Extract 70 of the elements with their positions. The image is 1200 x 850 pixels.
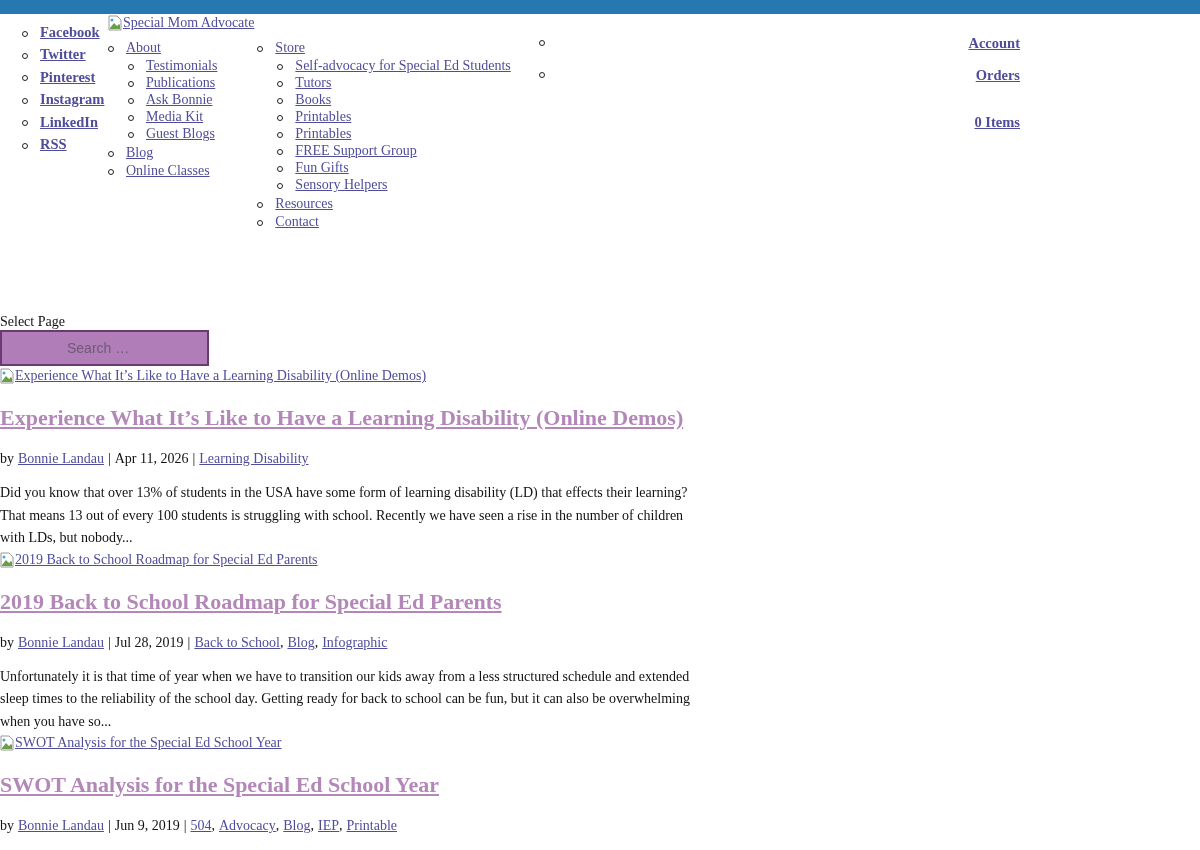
author-link[interactable]: Bonnie Landau bbox=[18, 633, 104, 652]
submenu-link[interactable]: Fun Gifts bbox=[295, 160, 349, 175]
cart-link[interactable]: 0 Items bbox=[974, 113, 1020, 131]
nav-link[interactable]: Resources bbox=[275, 196, 333, 211]
nav-link[interactable]: About bbox=[126, 40, 161, 55]
category-link[interactable]: Blog bbox=[283, 817, 311, 835]
meta-text: by bbox=[0, 817, 14, 835]
social-link[interactable]: RSS bbox=[40, 135, 67, 152]
social-link[interactable]: Instagram bbox=[40, 91, 105, 108]
submenu-link[interactable]: Printables bbox=[295, 126, 352, 141]
separator-text: , bbox=[339, 817, 343, 835]
author-link[interactable]: Bonnie Landau bbox=[18, 450, 104, 468]
social-link[interactable]: Twitter bbox=[40, 46, 86, 63]
post-image-link[interactable]: 2019 Back to School Roadmap for Special Ed Parents bbox=[0, 551, 318, 568]
nav-link[interactable]: Contact bbox=[275, 214, 319, 229]
category-link[interactable]: Advocacy bbox=[219, 817, 276, 835]
meta-text: by bbox=[0, 633, 14, 652]
meta-text: Jun 9, 2019 bbox=[114, 817, 180, 835]
category-link[interactable]: IEP bbox=[318, 817, 339, 835]
social-link[interactable]: Pinterest bbox=[40, 68, 96, 85]
separator-text: , bbox=[279, 633, 284, 652]
meta-text: | bbox=[192, 450, 196, 468]
meta-text: | bbox=[187, 633, 191, 652]
category-link[interactable]: Back to School bbox=[194, 633, 280, 652]
logo-link[interactable]: Special Mom Advocate bbox=[108, 15, 255, 31]
meta-text: | bbox=[107, 817, 111, 835]
meta-text: Apr 11, 2026 bbox=[114, 450, 189, 468]
category-link[interactable]: Blog bbox=[287, 633, 315, 652]
nav-link[interactable]: Online Classes bbox=[126, 163, 210, 178]
submenu-link[interactable]: Self-advocacy for Special Ed Students bbox=[295, 58, 511, 73]
submenu-link[interactable]: Media Kit bbox=[146, 109, 204, 124]
submenu-link[interactable]: Printables bbox=[295, 109, 352, 124]
submenu-link[interactable]: Testimonials bbox=[146, 58, 218, 73]
post-excerpt: Unfortunately it is that time of year when we have to transition our kids away from a less structured schedule and extended sleep times to the reliability of the school day. Getting ready for back to school can be fun, but it can also be overwhelming when you have so... bbox=[0, 667, 691, 731]
post-image-link[interactable]: Experience What It’s Like to Have a Learning Disability (Online Demos) bbox=[0, 368, 427, 384]
social-link[interactable]: LinkedIn bbox=[40, 113, 99, 130]
account-link[interactable]: Orders bbox=[975, 66, 1020, 84]
category-link[interactable]: Printable bbox=[346, 817, 398, 835]
nav-link[interactable]: Store bbox=[275, 40, 305, 55]
meta-text: | bbox=[107, 633, 111, 652]
meta-text: | bbox=[183, 817, 187, 835]
submenu-link[interactable]: Books bbox=[295, 92, 332, 107]
meta-text: by bbox=[0, 450, 14, 468]
broken-image-icon bbox=[0, 551, 14, 568]
broken-image-icon bbox=[0, 735, 14, 751]
submenu-link[interactable]: FREE Support Group bbox=[295, 143, 417, 158]
search-field[interactable]: Search … bbox=[0, 330, 209, 366]
submenu-link[interactable]: Tutors bbox=[295, 75, 332, 90]
social-link[interactable]: Facebook bbox=[40, 24, 100, 40]
submenu-link[interactable]: Guest Blogs bbox=[146, 126, 215, 141]
separator-text: , bbox=[275, 817, 280, 835]
post-image-link[interactable]: SWOT Analysis for the Special Ed School Year bbox=[0, 735, 282, 751]
category-link[interactable]: 504 bbox=[190, 817, 212, 835]
category-link[interactable]: Learning Disability bbox=[199, 450, 309, 468]
nav-link[interactable]: Blog bbox=[126, 145, 154, 160]
broken-image-icon bbox=[108, 15, 122, 31]
submenu-link[interactable]: Sensory Helpers bbox=[295, 177, 388, 192]
category-link[interactable]: Infographic bbox=[322, 633, 388, 652]
account-link[interactable]: Account bbox=[968, 34, 1020, 52]
author-link[interactable]: Bonnie Landau bbox=[18, 817, 104, 835]
separator-text: , bbox=[314, 633, 319, 652]
broken-image-icon bbox=[0, 368, 14, 384]
separator-text: , bbox=[310, 817, 314, 835]
submenu-link[interactable]: Ask Bonnie bbox=[146, 92, 213, 107]
meta-text: | bbox=[107, 450, 111, 468]
select-page-label: Select Page bbox=[0, 314, 66, 330]
post-excerpt: Did you know that over 13% of students in the USA have some form of learning disability (LD) that effects their learning? That means 13 out of every 100 students is struggling with school. Recently we have seen a rise in the number of children with LDs, but nobody... bbox=[0, 484, 689, 547]
submenu-link[interactable]: Publications bbox=[146, 75, 216, 90]
meta-text: Jul 28, 2019 bbox=[114, 633, 184, 652]
separator-text: , bbox=[211, 817, 215, 835]
